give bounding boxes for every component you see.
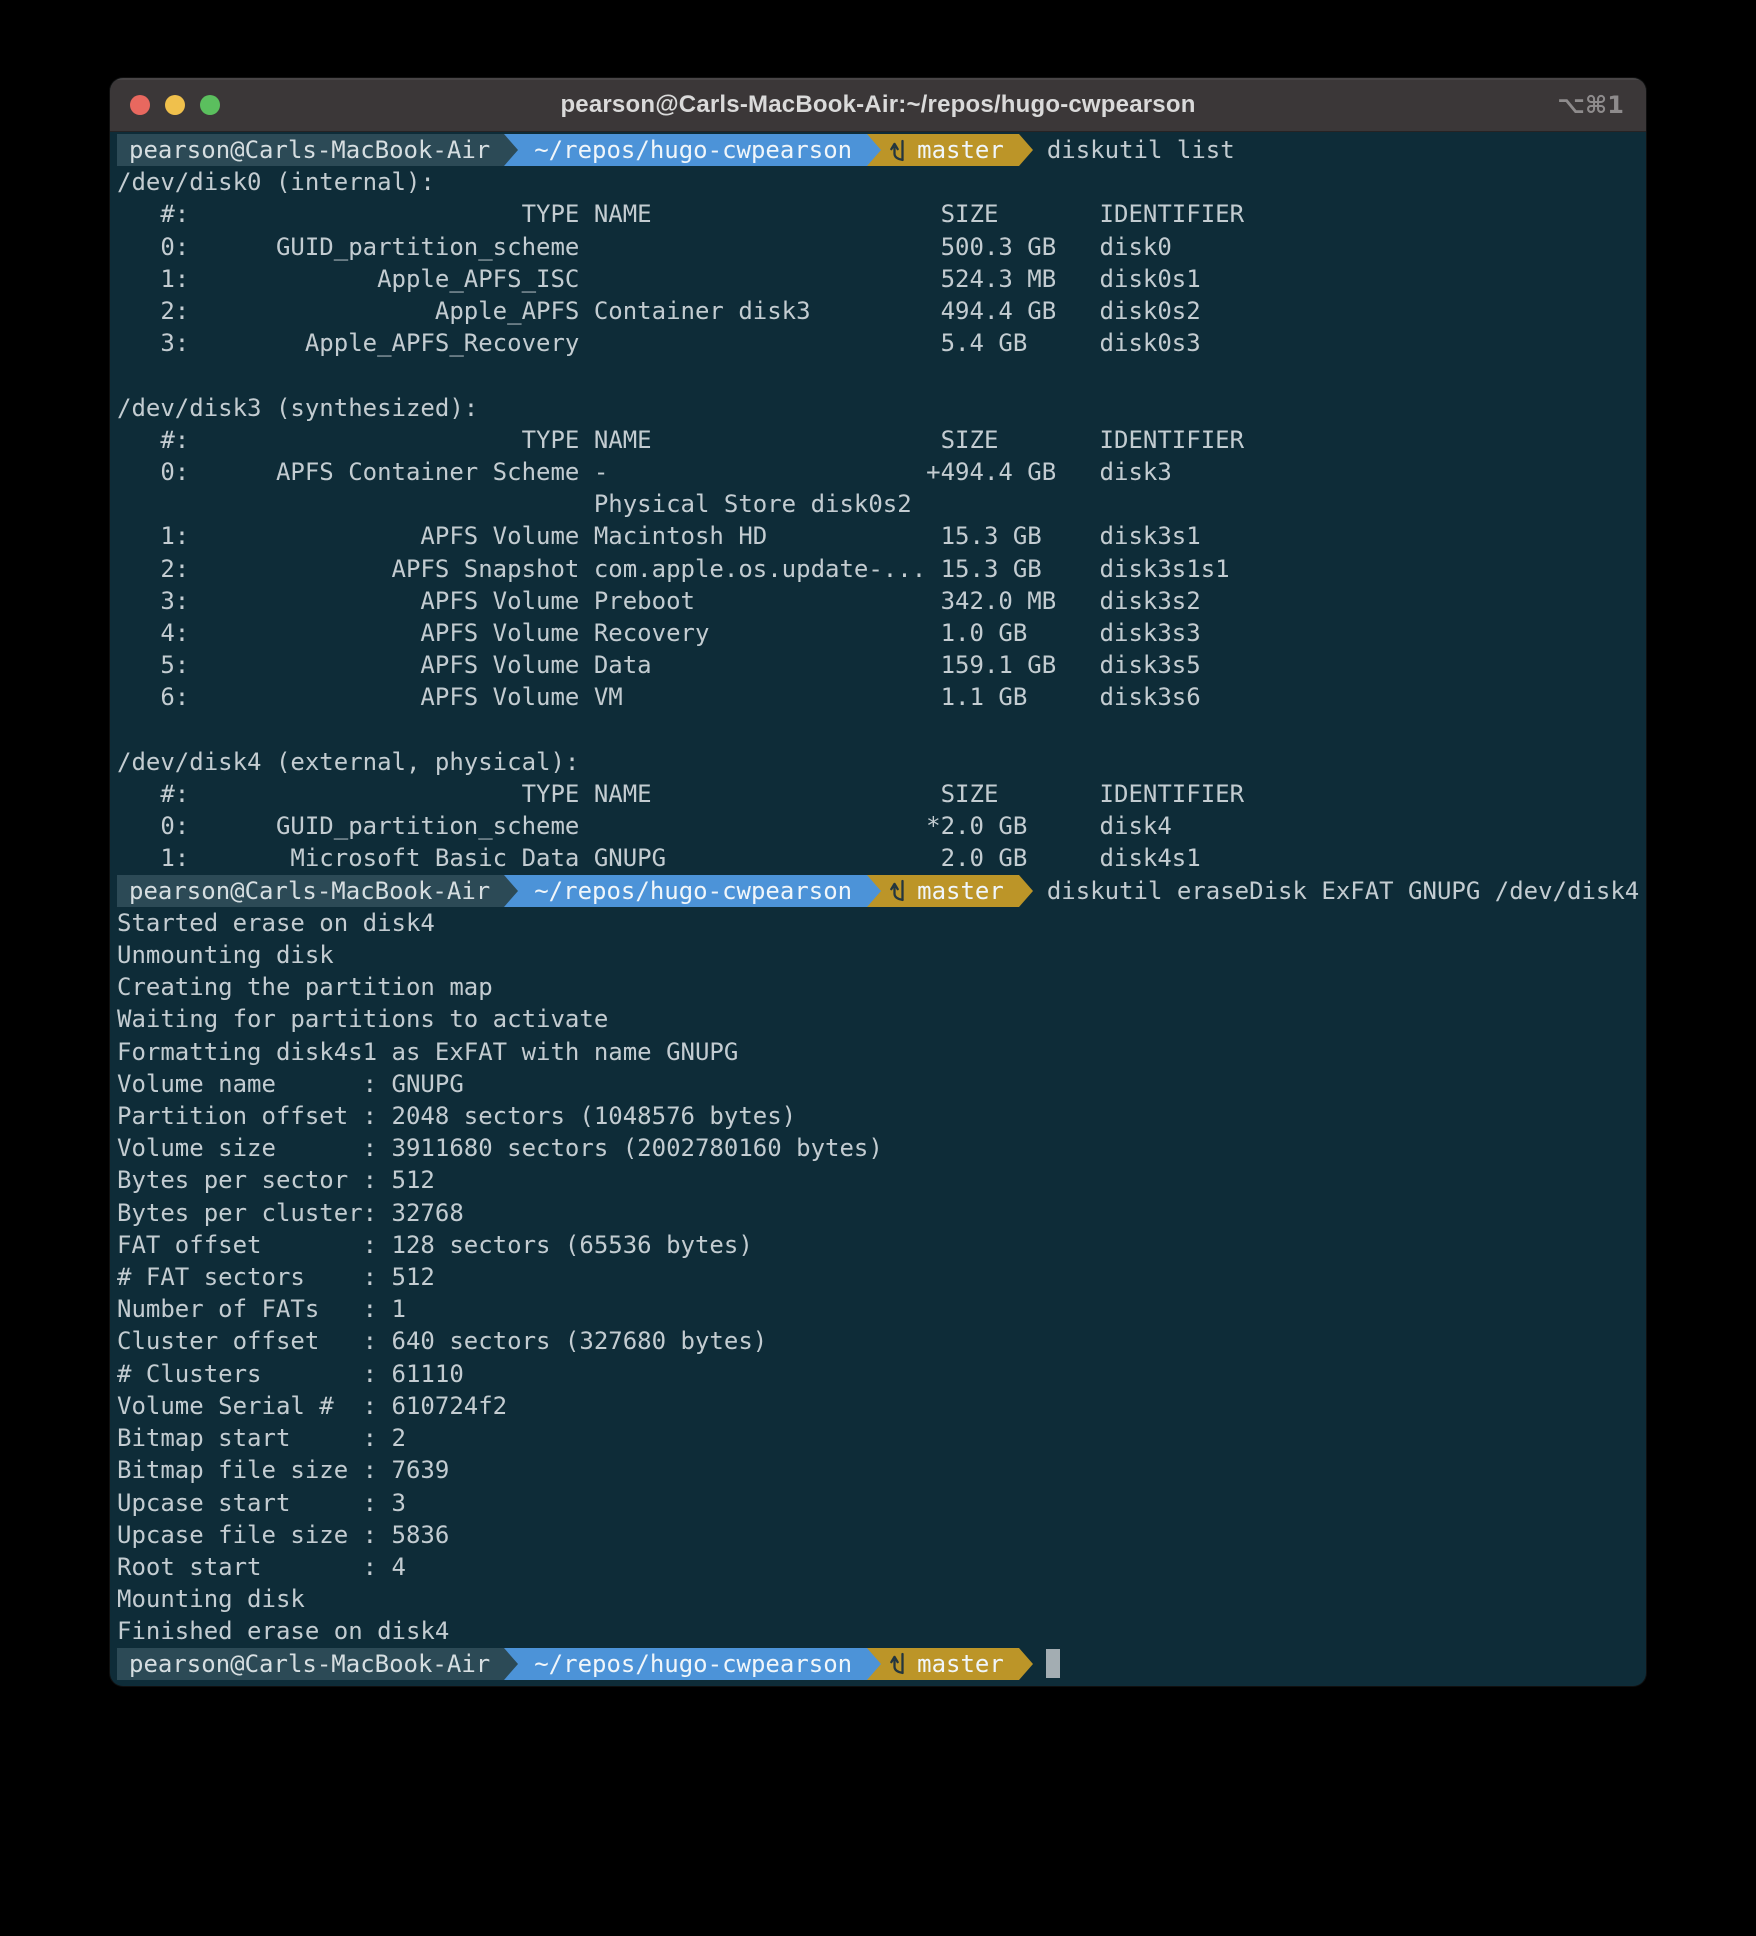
git-branch-icon	[889, 879, 908, 902]
git-branch-icon	[889, 139, 908, 162]
prompt-directory-label: ~/repos/hugo-cwpearson	[534, 1648, 852, 1680]
prompt-user-host: pearson@Carls-MacBook-Air	[117, 134, 504, 166]
prompt-user-host: pearson@Carls-MacBook-Air	[117, 1648, 504, 1680]
command-text: diskutil eraseDisk ExFAT GNUPG /dev/disk…	[1047, 875, 1639, 907]
powerline-separator-icon	[867, 1648, 881, 1680]
prompt-directory: ~/repos/hugo-cwpearson	[518, 134, 867, 166]
close-button[interactable]	[130, 95, 150, 115]
zoom-button[interactable]	[200, 95, 220, 115]
prompt-directory-label: ~/repos/hugo-cwpearson	[534, 134, 852, 166]
terminal-content[interactable]: pearson@Carls-MacBook-Air ~/repos/hugo-c…	[110, 132, 1646, 1686]
powerline-separator-icon	[867, 875, 881, 907]
prompt-git-segment: master	[881, 875, 1019, 907]
powerline-separator-icon	[1019, 134, 1033, 166]
git-branch-label: master	[917, 134, 1004, 166]
terminal-window: pearson@Carls-MacBook-Air:~/repos/hugo-c…	[110, 78, 1646, 1686]
prompt-line-1: pearson@Carls-MacBook-Air ~/repos/hugo-c…	[117, 134, 1646, 166]
prompt-user-host: pearson@Carls-MacBook-Air	[117, 875, 504, 907]
prompt-line-2: pearson@Carls-MacBook-Air ~/repos/hugo-c…	[117, 875, 1646, 907]
window-shortcut-badge: ⌥⌘1	[1557, 91, 1624, 119]
git-branch-icon	[889, 1652, 908, 1675]
powerline-separator-icon	[504, 134, 518, 166]
minimize-button[interactable]	[165, 95, 185, 115]
powerline-separator-icon	[504, 875, 518, 907]
prompt-directory: ~/repos/hugo-cwpearson	[518, 875, 867, 907]
prompt-git-segment: master	[881, 1648, 1019, 1680]
titlebar[interactable]: pearson@Carls-MacBook-Air:~/repos/hugo-c…	[110, 78, 1646, 132]
powerline-separator-icon	[867, 134, 881, 166]
window-title: pearson@Carls-MacBook-Air:~/repos/hugo-c…	[560, 91, 1195, 119]
prompt-line-current: pearson@Carls-MacBook-Air ~/repos/hugo-c…	[117, 1648, 1646, 1680]
powerline-separator-icon	[504, 1648, 518, 1680]
powerline-separator-icon	[1019, 1648, 1033, 1680]
git-branch-label: master	[917, 875, 1004, 907]
prompt-directory-label: ~/repos/hugo-cwpearson	[534, 875, 852, 907]
command-output: Started erase on disk4 Unmounting disk C…	[117, 907, 1646, 1648]
prompt-git-segment: master	[881, 134, 1019, 166]
terminal-cursor[interactable]	[1046, 1649, 1060, 1678]
traffic-lights	[130, 78, 220, 132]
prompt-directory: ~/repos/hugo-cwpearson	[518, 1648, 867, 1680]
prompt-user-host-label: pearson@Carls-MacBook-Air	[129, 875, 490, 907]
prompt-user-host-label: pearson@Carls-MacBook-Air	[129, 134, 490, 166]
git-branch-label: master	[917, 1648, 1004, 1680]
command-text: diskutil list	[1047, 134, 1235, 166]
prompt-user-host-label: pearson@Carls-MacBook-Air	[129, 1648, 490, 1680]
command-output: /dev/disk0 (internal): #: TYPE NAME SIZE…	[117, 166, 1646, 874]
powerline-separator-icon	[1019, 875, 1033, 907]
desktop: pearson@Carls-MacBook-Air:~/repos/hugo-c…	[0, 78, 1756, 1936]
